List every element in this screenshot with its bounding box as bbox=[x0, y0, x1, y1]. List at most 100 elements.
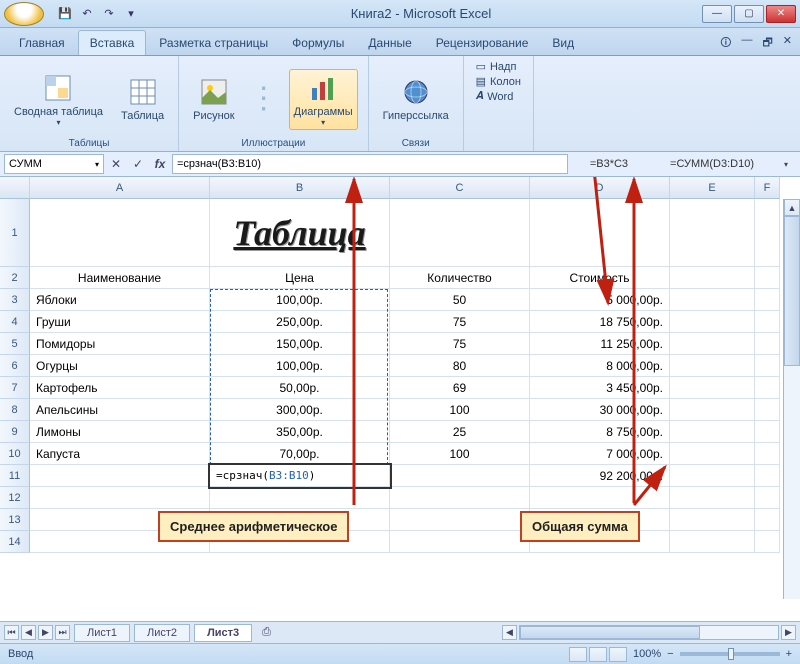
cell-F12[interactable] bbox=[755, 487, 780, 509]
fx-icon[interactable]: fx bbox=[150, 154, 170, 174]
row-header-4[interactable]: 4 bbox=[0, 311, 30, 333]
cell-A5[interactable]: Помидоры bbox=[30, 333, 210, 355]
row-header-10[interactable]: 10 bbox=[0, 443, 30, 465]
cell-B8[interactable]: 300,00р. bbox=[210, 399, 390, 421]
row-header-11[interactable]: 11 bbox=[0, 465, 30, 487]
cell-D10[interactable]: 7 000,00р. bbox=[530, 443, 670, 465]
row-header-5[interactable]: 5 bbox=[0, 333, 30, 355]
cell-A3[interactable]: Яблоки bbox=[30, 289, 210, 311]
cell-C12[interactable] bbox=[390, 487, 530, 509]
cell-A12[interactable] bbox=[30, 487, 210, 509]
name-box[interactable]: СУММ▾ bbox=[4, 154, 104, 174]
cell-E6[interactable] bbox=[670, 355, 755, 377]
cell-C8[interactable]: 100 bbox=[390, 399, 530, 421]
cell-E5[interactable] bbox=[670, 333, 755, 355]
pivot-table-button[interactable]: Сводная таблица▾ bbox=[10, 70, 107, 129]
cell-B3[interactable]: 100,00р. bbox=[210, 289, 390, 311]
cell-A6[interactable]: Огурцы bbox=[30, 355, 210, 377]
hscroll-left-icon[interactable]: ◀ bbox=[502, 625, 517, 640]
tab-review[interactable]: Рецензирование bbox=[425, 31, 540, 55]
cell-E4[interactable] bbox=[670, 311, 755, 333]
row-header-8[interactable]: 8 bbox=[0, 399, 30, 421]
cell-C10[interactable]: 100 bbox=[390, 443, 530, 465]
col-header-C[interactable]: C bbox=[390, 177, 530, 199]
cell-D6[interactable]: 8 000,00р. bbox=[530, 355, 670, 377]
cell-F6[interactable] bbox=[755, 355, 780, 377]
cell-A11[interactable] bbox=[30, 465, 210, 487]
tab-formulas[interactable]: Формулы bbox=[281, 31, 355, 55]
picture-button[interactable]: Рисунок bbox=[189, 74, 239, 124]
cell-E2[interactable] bbox=[670, 267, 755, 289]
cell-F10[interactable] bbox=[755, 443, 780, 465]
sheet-next-icon[interactable]: ▶ bbox=[38, 625, 53, 640]
cell-E10[interactable] bbox=[670, 443, 755, 465]
cell-C7[interactable]: 69 bbox=[390, 377, 530, 399]
vertical-scrollbar[interactable]: ▲ bbox=[783, 199, 800, 599]
cell-E11[interactable] bbox=[670, 465, 755, 487]
cell-F4[interactable] bbox=[755, 311, 780, 333]
expand-formula-icon[interactable]: ▾ bbox=[776, 154, 796, 174]
tab-view[interactable]: Вид bbox=[541, 31, 585, 55]
new-sheet-icon[interactable]: ⎙ bbox=[256, 626, 277, 639]
cell-A10[interactable]: Капуста bbox=[30, 443, 210, 465]
cell-D3[interactable]: 5 000,00р. bbox=[530, 289, 670, 311]
horizontal-scrollbar[interactable]: ◀ ▶ bbox=[281, 625, 796, 640]
tab-page-layout[interactable]: Разметка страницы bbox=[148, 31, 279, 55]
cell-D5[interactable]: 11 250,00р. bbox=[530, 333, 670, 355]
sheet-first-icon[interactable]: ⏮ bbox=[4, 625, 19, 640]
close-button[interactable]: ✕ bbox=[766, 5, 796, 23]
cell-B11[interactable]: =срзнач(B3:B10) bbox=[210, 465, 390, 487]
restore-workbook-icon[interactable]: 🗗 bbox=[762, 34, 772, 53]
hscroll-right-icon[interactable]: ▶ bbox=[781, 625, 796, 640]
row-header-12[interactable]: 12 bbox=[0, 487, 30, 509]
cell-B12[interactable] bbox=[210, 487, 390, 509]
cell-C4[interactable]: 75 bbox=[390, 311, 530, 333]
cell-D1[interactable] bbox=[530, 199, 670, 267]
cell-B2[interactable]: Цена bbox=[210, 267, 390, 289]
sheet-tab-1[interactable]: Лист1 bbox=[74, 624, 130, 642]
cell-A7[interactable]: Картофель bbox=[30, 377, 210, 399]
col-header-F[interactable]: F bbox=[755, 177, 780, 199]
cell-F1[interactable] bbox=[755, 199, 780, 267]
cell-D11[interactable]: 92 200,00р. bbox=[530, 465, 670, 487]
zoom-in-icon[interactable]: + bbox=[786, 648, 792, 660]
wordart-button[interactable]: 𝑨Word bbox=[476, 90, 521, 103]
cell-C2[interactable]: Количество bbox=[390, 267, 530, 289]
maximize-button[interactable]: ▢ bbox=[734, 5, 764, 23]
cell-F11[interactable] bbox=[755, 465, 780, 487]
help-icon[interactable]: 🛈 bbox=[720, 34, 731, 53]
cell-B4[interactable]: 250,00р. bbox=[210, 311, 390, 333]
row-header-14[interactable]: 14 bbox=[0, 531, 30, 553]
formula-input[interactable]: =срзнач(B3:B10) bbox=[172, 154, 568, 174]
cell-E3[interactable] bbox=[670, 289, 755, 311]
row-header-9[interactable]: 9 bbox=[0, 421, 30, 443]
cell-E1[interactable] bbox=[670, 199, 755, 267]
col-header-B[interactable]: B bbox=[210, 177, 390, 199]
cell-B10[interactable]: 70,00р. bbox=[210, 443, 390, 465]
accept-formula-icon[interactable]: ✓ bbox=[128, 154, 148, 174]
row-header-7[interactable]: 7 bbox=[0, 377, 30, 399]
cell-B7[interactable]: 50,00р. bbox=[210, 377, 390, 399]
cell-A2[interactable]: Наименование bbox=[30, 267, 210, 289]
cell-F7[interactable] bbox=[755, 377, 780, 399]
row-header-13[interactable]: 13 bbox=[0, 509, 30, 531]
cell-C13[interactable] bbox=[390, 509, 530, 531]
cell-B6[interactable]: 100,00р. bbox=[210, 355, 390, 377]
redo-icon[interactable]: ↷ bbox=[100, 5, 118, 23]
cell-A8[interactable]: Апельсины bbox=[30, 399, 210, 421]
view-page-break-icon[interactable] bbox=[609, 647, 627, 662]
cell-F8[interactable] bbox=[755, 399, 780, 421]
cell-D9[interactable]: 8 750,00р. bbox=[530, 421, 670, 443]
sheet-prev-icon[interactable]: ◀ bbox=[21, 625, 36, 640]
cell-F13[interactable] bbox=[755, 509, 780, 531]
scroll-thumb[interactable] bbox=[784, 216, 800, 366]
cell-B9[interactable]: 350,00р. bbox=[210, 421, 390, 443]
cell-D8[interactable]: 30 000,00р. bbox=[530, 399, 670, 421]
sheet-tab-3[interactable]: Лист3 bbox=[194, 624, 252, 642]
row-header-6[interactable]: 6 bbox=[0, 355, 30, 377]
cell-C9[interactable]: 25 bbox=[390, 421, 530, 443]
zoom-slider[interactable] bbox=[680, 652, 780, 656]
cell-F3[interactable] bbox=[755, 289, 780, 311]
cell-C14[interactable] bbox=[390, 531, 530, 553]
col-header-E[interactable]: E bbox=[670, 177, 755, 199]
